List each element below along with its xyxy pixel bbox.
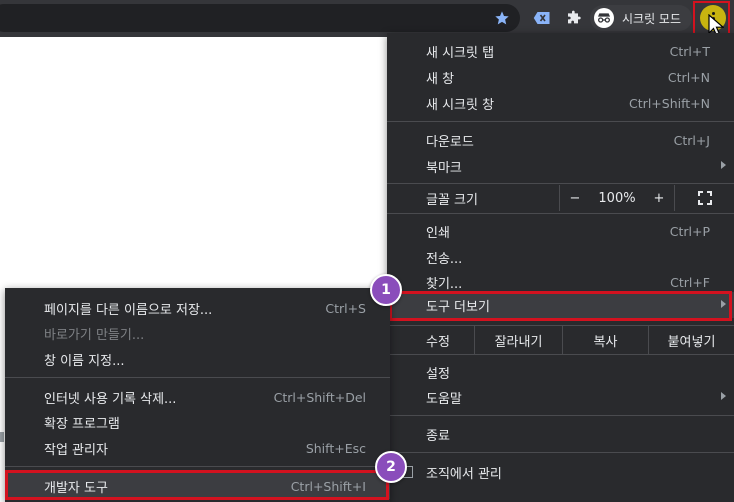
address-bar[interactable] [0, 4, 520, 32]
incognito-label: 시크릿 모드 [622, 11, 682, 26]
star-icon[interactable] [492, 8, 512, 28]
menu-item-exit[interactable]: 종료 [387, 421, 734, 447]
zoom-row: 글꼴 크기 − 100% + [387, 185, 734, 211]
submenu-item-save-page-as[interactable]: 페이지를 다른 이름으로 저장... Ctrl+S [5, 295, 390, 321]
submenu-divider [5, 466, 390, 467]
submenu-arrow-icon [721, 392, 726, 400]
paste-button[interactable]: 붙여넣기 [648, 326, 734, 354]
fullscreen-icon[interactable] [675, 185, 734, 211]
menu-item-new-incognito-tab[interactable]: 새 시크릿 탭 Ctrl+T [387, 38, 734, 64]
submenu-item-task-manager[interactable]: 작업 관리자 Shift+Esc [5, 435, 390, 461]
submenu-item-name-window[interactable]: 창 이름 지정... [5, 346, 390, 372]
menu-item-new-incognito-window[interactable]: 새 시크릿 창 Ctrl+Shift+N [387, 90, 734, 116]
cut-button[interactable]: 잘라내기 [474, 326, 562, 354]
zoom-level: 100% [598, 190, 636, 206]
edit-label: 수정 [426, 334, 450, 350]
step-badge-1: 1 [370, 274, 402, 306]
menu-divider [387, 213, 734, 214]
submenu-divider [5, 377, 390, 378]
chrome-main-menu: 새 시크릿 탭 Ctrl+T 새 창 Ctrl+N 새 시크릿 창 Ctrl+S… [387, 33, 734, 502]
menu-item-print[interactable]: 인쇄 Ctrl+P [387, 218, 734, 244]
step-badge-2: 2 [375, 451, 407, 483]
browser-toolbar: 시크릿 모드 [0, 0, 734, 37]
copy-button[interactable]: 복사 [562, 326, 648, 354]
submenu-item-extensions[interactable]: 확장 프로그램 [5, 409, 390, 435]
incognito-badge[interactable]: 시크릿 모드 [590, 5, 692, 31]
zoom-out-button[interactable]: − [560, 185, 590, 211]
incognito-icon [594, 8, 614, 28]
menu-divider [387, 121, 734, 122]
menu-divider [387, 415, 734, 416]
extension-icon-1[interactable] [532, 8, 552, 28]
submenu-item-clear-browsing-data[interactable]: 인터넷 사용 기록 삭제... Ctrl+Shift+Del [5, 384, 390, 410]
submenu-arrow-icon [721, 161, 726, 169]
zoom-label: 글꼴 크기 [426, 192, 478, 208]
menu-item-managed-by-org[interactable]: 조직에서 관리 [387, 459, 734, 485]
zoom-in-button[interactable]: + [644, 185, 674, 211]
page-edge-marker [0, 432, 4, 442]
edit-row: 수정 잘라내기 복사 붙여넣기 [387, 325, 734, 355]
submenu-item-create-shortcut: 바로가기 만들기... [44, 327, 145, 343]
menu-item-settings[interactable]: 설정 [387, 359, 734, 385]
menu-item-new-window[interactable]: 새 창 Ctrl+N [387, 64, 734, 90]
menu-divider [387, 452, 734, 453]
developer-tools-highlight-box [5, 470, 389, 500]
more-tools-highlight-box [389, 291, 732, 321]
puzzle-icon[interactable] [564, 8, 584, 28]
menu-item-cast[interactable]: 전송... [387, 244, 734, 270]
menu-divider [387, 183, 734, 184]
menu-item-downloads[interactable]: 다운로드 Ctrl+J [387, 127, 734, 153]
menu-item-help[interactable]: 도움말 [387, 384, 734, 410]
menu-item-bookmarks[interactable]: 북마크 [387, 153, 734, 179]
